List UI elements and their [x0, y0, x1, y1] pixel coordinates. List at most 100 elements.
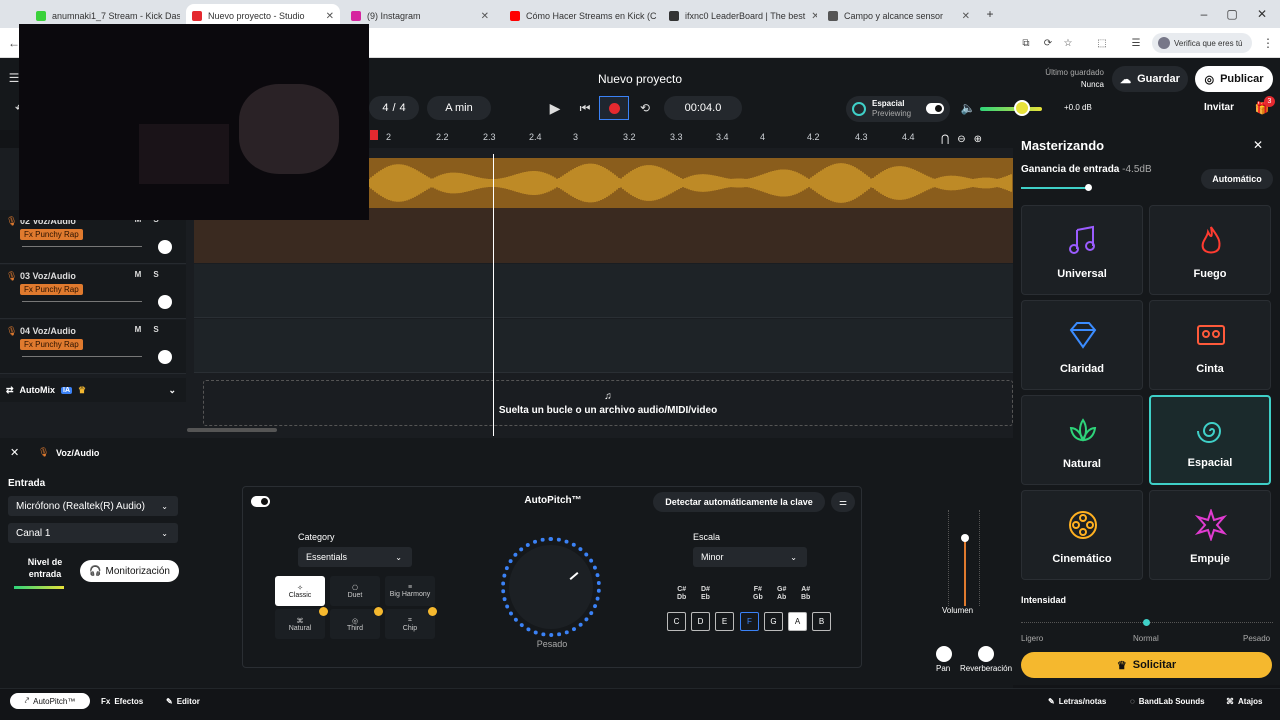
preset-natural[interactable]: Natural [1021, 395, 1143, 485]
key-g-sharp[interactable]: G# Ab [777, 586, 786, 602]
key-e[interactable]: E [715, 612, 734, 631]
style-big-harmony[interactable]: ≡ Big Harmony [385, 576, 435, 606]
pan-knob[interactable] [158, 295, 172, 309]
maximize-icon[interactable]: ▢ [1220, 2, 1244, 26]
track-volume-slider[interactable] [22, 356, 142, 357]
mute-button[interactable]: M [132, 325, 144, 334]
track-volume-slider[interactable] [22, 246, 142, 247]
invite-button[interactable]: Invitar [1194, 102, 1244, 113]
browser-tab-youtube[interactable]: Cómo Hacer Streams en Kick (C✕ [504, 4, 658, 28]
speaker-icon[interactable]: 🔈 [956, 96, 980, 120]
browser-tab-leaderboard[interactable]: ifxnc0 LeaderBoard | The best ✕ [663, 4, 817, 28]
reverb-knob[interactable] [978, 646, 994, 662]
volume-fader-knob[interactable] [961, 534, 969, 542]
time-signature[interactable]: 4/4 [369, 96, 419, 120]
track-volume-slider[interactable] [22, 301, 142, 302]
loop-marker[interactable] [370, 130, 378, 140]
solo-button[interactable]: S [150, 325, 162, 334]
settings-sliders-icon[interactable]: ⚌ [831, 492, 855, 512]
pan-knob[interactable] [158, 240, 172, 254]
window-close-icon[interactable]: ✕ [1250, 2, 1274, 26]
automix-row[interactable]: ⇄ AutoMix IA ♛ ⌄ [0, 378, 186, 402]
key-c[interactable]: C [667, 612, 686, 631]
audio-clip[interactable] [368, 158, 1013, 208]
key-d[interactable]: D [691, 612, 710, 631]
drop-zone[interactable]: ♫ Suelta un bucle o un archivo audio/MID… [203, 380, 1013, 426]
browser-tab-sensor[interactable]: Campo y alcance sensor ✕ [822, 4, 976, 28]
close-icon[interactable]: ✕ [962, 11, 970, 22]
fx-badge[interactable]: Fx Punchy Rap [20, 284, 83, 295]
preset-cinta[interactable]: Cinta [1149, 300, 1271, 390]
channel-select[interactable]: Canal 1 ⌄ [8, 523, 178, 543]
reading-list-icon[interactable]: ☰ [1124, 31, 1148, 55]
track-header-03[interactable]: 🎙 03 Voz/Audio Fx Punchy Rap M S [0, 265, 186, 319]
gain-slider-knob[interactable] [1085, 184, 1092, 191]
key-f[interactable]: F [740, 612, 759, 631]
bandlab-sounds-button[interactable]: ◌ BandLab Sounds [1130, 693, 1205, 709]
close-icon[interactable]: ✕ [326, 11, 334, 22]
key-c-sharp[interactable]: C# Db [677, 586, 686, 602]
fx-badge[interactable]: Fx Punchy Rap [20, 339, 83, 350]
pan-knob[interactable] [158, 350, 172, 364]
track-lane-04[interactable] [194, 319, 1013, 373]
zoom-out-icon[interactable]: ⊖ [957, 134, 965, 145]
scale-select[interactable]: Minor ⌄ [693, 547, 807, 567]
effects-tab[interactable]: Fx Efectos [101, 693, 143, 709]
key-a-sharp[interactable]: A# Bb [801, 586, 810, 602]
volume-knob[interactable] [1014, 100, 1030, 116]
horizontal-scrollbar[interactable] [187, 428, 277, 432]
record-button[interactable] [599, 96, 629, 120]
preset-fuego[interactable]: Fuego [1149, 205, 1271, 295]
bookmark-star-icon[interactable]: ☆ [1056, 31, 1080, 55]
mic-select[interactable]: Micrófono (Realtek(R) Audio) ⌄ [8, 496, 178, 516]
publish-button[interactable]: ◎ Publicar [1195, 66, 1273, 92]
key-selector[interactable]: A min [427, 96, 491, 120]
minimize-icon[interactable]: – [1192, 2, 1216, 26]
close-icon[interactable]: ✕ [811, 11, 817, 22]
request-button[interactable]: ♛ Solicitar [1021, 652, 1272, 678]
translate-icon[interactable]: ⧉ [1014, 31, 1038, 55]
key-f-sharp[interactable]: F# Gb [753, 586, 763, 602]
extensions-icon[interactable]: ⬚ [1090, 31, 1114, 55]
chevron-down-icon[interactable]: ⌄ [168, 385, 176, 396]
zoom-in-icon[interactable]: ⊕ [974, 134, 982, 145]
monitor-button[interactable]: 🎧 Monitorización [80, 560, 179, 582]
close-icon[interactable]: ✕ [10, 446, 19, 459]
pitch-knob[interactable] [509, 545, 593, 629]
profile-button[interactable]: Verifica que eres tú [1152, 33, 1252, 53]
intensity-knob[interactable] [1143, 619, 1150, 626]
preset-claridad[interactable]: Claridad [1021, 300, 1143, 390]
spatial-preview-toggle[interactable]: Espacial Previewing [846, 96, 950, 122]
solo-button[interactable]: S [150, 270, 162, 279]
toggle-switch[interactable] [926, 103, 944, 114]
style-classic[interactable]: ✧ Classic [275, 576, 325, 606]
skip-back-icon[interactable]: ⏮ [573, 96, 597, 120]
style-duet[interactable]: ⎔ Duet [330, 576, 380, 606]
close-icon[interactable]: ✕ [1253, 138, 1263, 152]
key-a[interactable]: A [788, 612, 807, 631]
play-icon[interactable]: ▶ [543, 96, 567, 120]
fx-badge[interactable]: Fx Punchy Rap [20, 229, 83, 240]
new-tab-icon[interactable]: + [978, 2, 1002, 26]
preset-espacial[interactable]: Espacial [1149, 395, 1271, 485]
style-natural[interactable]: ⌘ Natural [275, 609, 325, 639]
mute-button[interactable]: M [132, 270, 144, 279]
category-select[interactable]: Essentials ⌄ [298, 547, 412, 567]
key-b[interactable]: B [812, 612, 831, 631]
track-lane-03[interactable] [194, 264, 1013, 318]
autopitch-tab[interactable]: ⤤ AutoPitch™ [10, 693, 90, 709]
lyrics-button[interactable]: ✎ Letras/notas [1048, 693, 1106, 709]
auto-button[interactable]: Automático [1201, 169, 1273, 189]
track-header-04[interactable]: 🎙 04 Voz/Audio Fx Punchy Rap M S [0, 320, 186, 374]
close-icon[interactable]: ✕ [481, 11, 489, 22]
playhead[interactable] [493, 154, 494, 436]
detect-key-button[interactable]: Detectar automáticamente la clave [653, 492, 825, 512]
preset-empuje[interactable]: Empuje [1149, 490, 1271, 580]
save-button[interactable]: ☁ Guardar [1112, 66, 1188, 92]
preset-universal[interactable]: Universal [1021, 205, 1143, 295]
pan-knob[interactable] [936, 646, 952, 662]
magnet-icon[interactable]: ⋂ [941, 134, 949, 145]
key-g[interactable]: G [764, 612, 783, 631]
menu-dots-icon[interactable]: ⋮ [1256, 31, 1280, 55]
master-volume-slider[interactable] [980, 107, 1042, 111]
